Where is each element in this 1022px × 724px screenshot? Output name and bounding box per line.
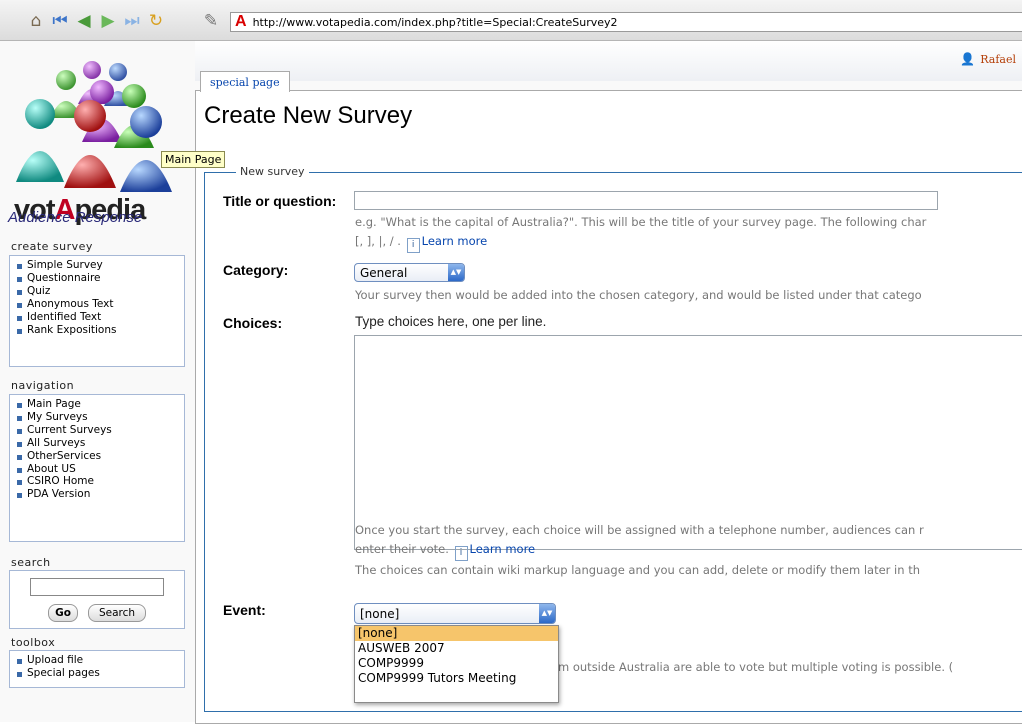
reload-icon[interactable]: ↻ bbox=[146, 11, 166, 31]
portlet-create-survey: Simple Survey Questionnaire Quiz Anonymo… bbox=[9, 255, 185, 367]
sidebar-item-upload-file[interactable]: Upload file bbox=[10, 654, 184, 667]
portlet-title-navigation: navigation bbox=[11, 379, 75, 392]
sidebar-item-quiz[interactable]: Quiz bbox=[10, 285, 184, 298]
choices-hint-text: enter their vote. bbox=[355, 542, 449, 556]
sidebar-item-simple-survey[interactable]: Simple Survey bbox=[10, 259, 184, 272]
sidebar-item-other-services[interactable]: OtherServices bbox=[10, 450, 184, 463]
learn-more-link[interactable]: Learn more bbox=[422, 234, 488, 248]
site-favicon-icon: A bbox=[235, 13, 247, 30]
select-arrows-icon: ▲▼ bbox=[448, 264, 464, 281]
home-icon[interactable]: ⌂ bbox=[26, 11, 46, 31]
title-label: Title or question: bbox=[223, 193, 337, 209]
sidebar-item-questionnaire[interactable]: Questionnaire bbox=[10, 272, 184, 285]
url-text[interactable]: http://www.votapedia.com/index.php?title… bbox=[253, 16, 618, 29]
address-bar[interactable]: A http://www.votapedia.com/index.php?tit… bbox=[230, 12, 1022, 32]
search-button[interactable]: Search bbox=[88, 604, 146, 622]
forward-end-icon[interactable]: ⏭ bbox=[122, 11, 142, 31]
category-select[interactable]: General ▲▼ bbox=[354, 263, 465, 282]
user-icon: 👤 bbox=[960, 52, 976, 66]
page-title: Create New Survey bbox=[204, 102, 413, 129]
sidebar-item-special-pages[interactable]: Special pages bbox=[10, 667, 184, 680]
sidebar-item-anonymous-text[interactable]: Anonymous Text bbox=[10, 298, 184, 311]
select-arrows-icon: ▲▼ bbox=[539, 604, 555, 623]
logo-figures-icon bbox=[16, 61, 172, 192]
forward-icon[interactable]: ▶ bbox=[98, 11, 118, 31]
category-hint: Your survey then would be added into the… bbox=[355, 288, 922, 302]
choices-hint: Once you start the survey, each choice w… bbox=[355, 521, 924, 580]
fieldset-legend: New survey bbox=[236, 165, 309, 178]
sidebar-item-main-page[interactable]: Main Page bbox=[10, 398, 184, 411]
tooltip: Main Page bbox=[161, 151, 226, 168]
sidebar-item-all-surveys[interactable]: All Surveys bbox=[10, 437, 184, 450]
content-header-background bbox=[195, 41, 1022, 81]
choices-textarea[interactable] bbox=[354, 335, 1022, 550]
sidebar-item-current-surveys[interactable]: Current Surveys bbox=[10, 424, 184, 437]
sidebar-item-pda-version[interactable]: PDA Version bbox=[10, 488, 184, 501]
portlet-navigation: Main Page My Surveys Current Surveys All… bbox=[9, 394, 185, 542]
info-icon: i bbox=[454, 546, 468, 561]
choices-heading: Type choices here, one per line. bbox=[355, 314, 547, 329]
sidebar-item-about-us[interactable]: About US bbox=[10, 463, 184, 476]
category-selected-value: General bbox=[360, 265, 408, 280]
event-note: m outside Australia are able to vote but… bbox=[558, 660, 954, 674]
sidebar-item-identified-text[interactable]: Identified Text bbox=[10, 311, 184, 324]
choices-hint-line2: enter their vote. i Learn more bbox=[355, 540, 924, 561]
learn-more-link[interactable]: Learn more bbox=[470, 542, 536, 556]
portlet-title-search: search bbox=[11, 556, 51, 569]
choices-hint-line3: The choices can contain wiki markup lang… bbox=[355, 563, 920, 577]
event-selected-value: [none] bbox=[360, 606, 400, 621]
title-hint-chars: [, ], |, / . bbox=[355, 234, 401, 248]
event-option[interactable]: AUSWEB 2007 bbox=[355, 641, 558, 656]
sidebar-item-rank-expositions[interactable]: Rank Expositions bbox=[10, 324, 184, 337]
search-input[interactable] bbox=[30, 578, 164, 596]
tab-special-page[interactable]: special page bbox=[200, 71, 290, 92]
portlet-title-toolbox: toolbox bbox=[11, 636, 56, 649]
portlet-search: Go Search bbox=[9, 570, 185, 629]
browser-toolbar: ⌂ ⏮ ◀ ▶ ⏭ ↻ ✎ A http://www.votapedia.com… bbox=[0, 0, 1022, 41]
title-hint-line2: [, ], |, / . i Learn more bbox=[355, 232, 926, 253]
category-label: Category: bbox=[223, 262, 289, 278]
back-icon[interactable]: ◀ bbox=[74, 11, 94, 31]
choices-label: Choices: bbox=[223, 315, 283, 331]
user-name: Rafael bbox=[980, 52, 1016, 66]
portlet-title-create-survey: create survey bbox=[11, 240, 93, 253]
event-option[interactable]: [none] bbox=[355, 626, 558, 641]
user-link[interactable]: 👤 Rafael bbox=[960, 52, 1016, 66]
event-select[interactable]: [none] ▲▼ bbox=[354, 603, 556, 624]
go-button[interactable]: Go bbox=[48, 604, 78, 622]
title-input[interactable] bbox=[354, 191, 938, 210]
title-hint: e.g. "What is the capital of Australia?"… bbox=[355, 213, 926, 253]
event-option[interactable]: COMP9999 Tutors Meeting bbox=[355, 671, 558, 686]
portlet-toolbox: Upload file Special pages bbox=[9, 650, 185, 688]
event-dropdown-list: [none] AUSWEB 2007 COMP9999 COMP9999 Tut… bbox=[354, 625, 559, 703]
back-start-icon[interactable]: ⏮ bbox=[50, 11, 70, 31]
title-hint-line1: e.g. "What is the capital of Australia?"… bbox=[355, 215, 927, 229]
event-label: Event: bbox=[223, 602, 266, 618]
logo-subtitle: Audience Response bbox=[8, 209, 143, 226]
event-option[interactable]: COMP9999 bbox=[355, 656, 558, 671]
sidebar-item-csiro-home[interactable]: CSIRO Home bbox=[10, 475, 184, 488]
info-icon: i bbox=[406, 238, 420, 253]
choices-hint-line1: Once you start the survey, each choice w… bbox=[355, 523, 924, 537]
edit-icon[interactable]: ✎ bbox=[201, 11, 221, 31]
sidebar-item-my-surveys[interactable]: My Surveys bbox=[10, 411, 184, 424]
